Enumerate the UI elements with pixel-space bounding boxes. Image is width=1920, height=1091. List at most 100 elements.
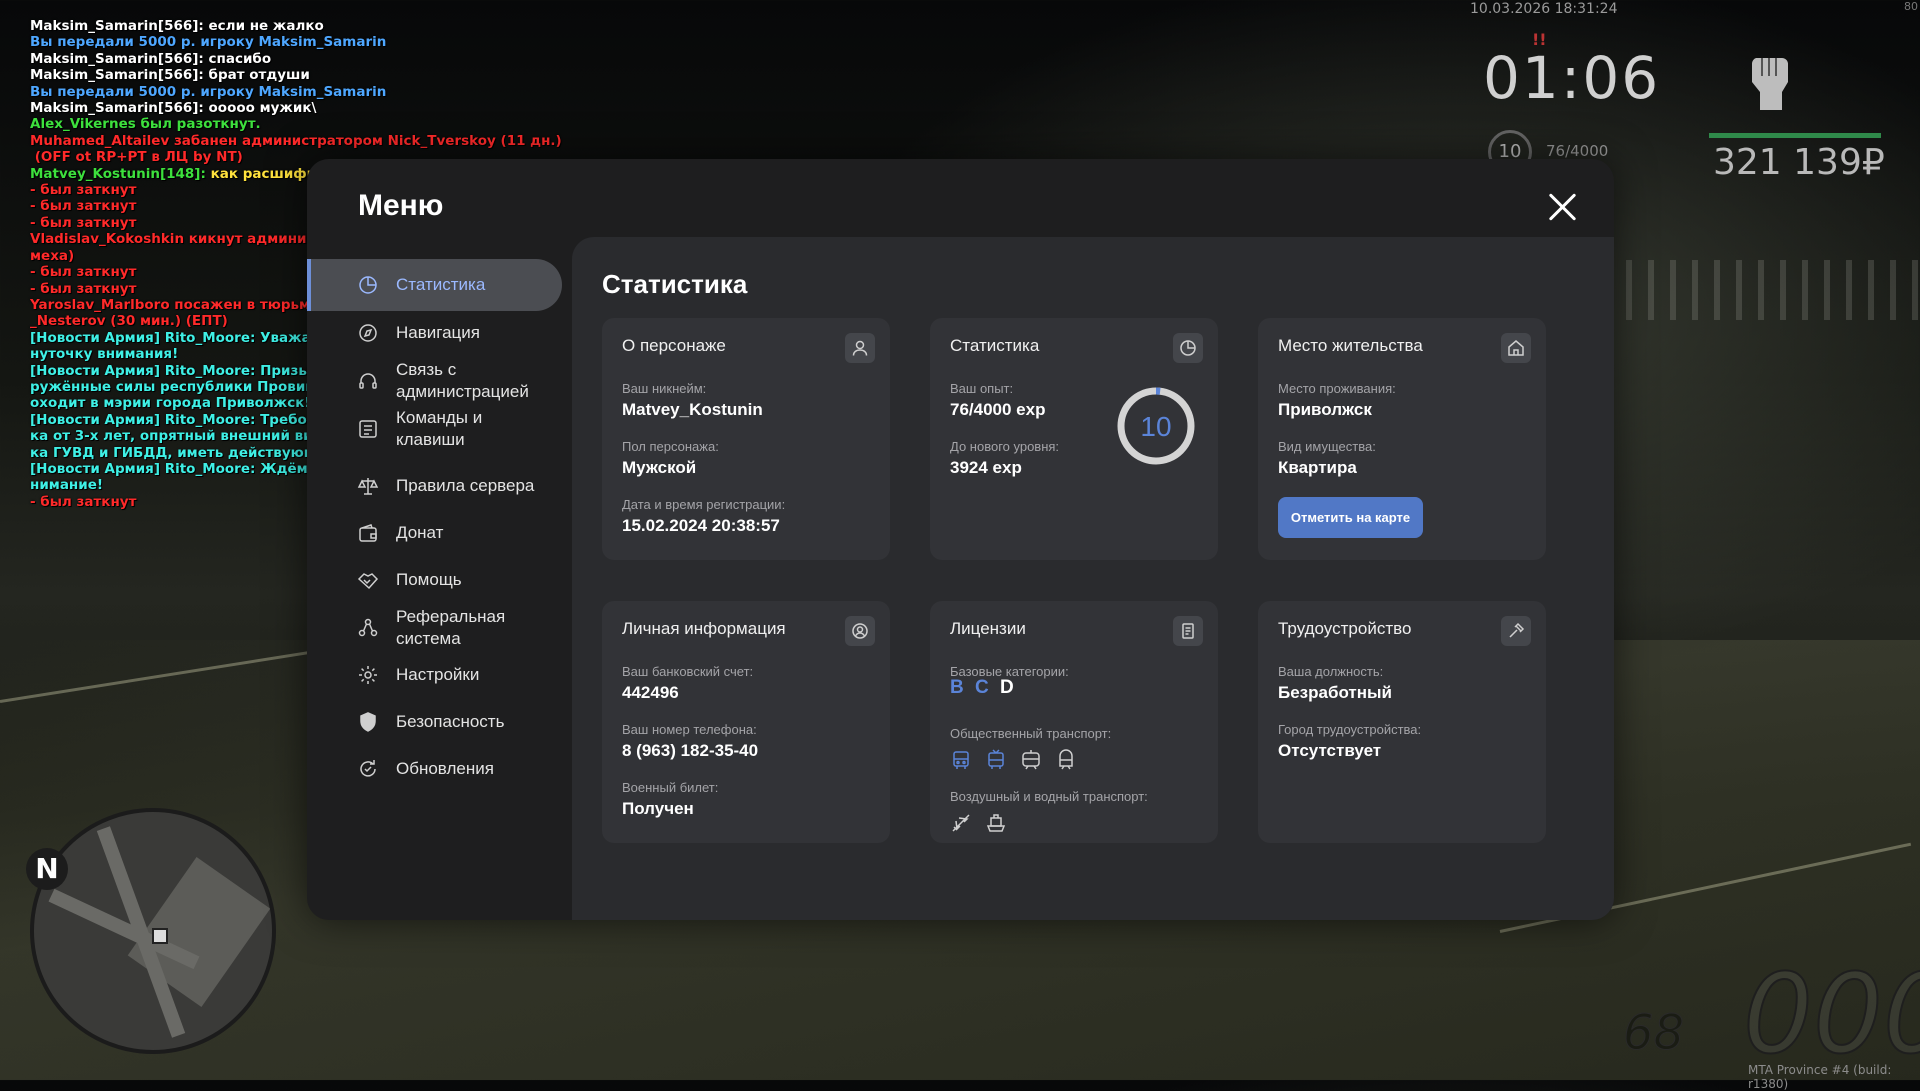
sidebar-item-9[interactable]: Настройки bbox=[307, 649, 562, 701]
document-icon bbox=[1173, 616, 1203, 646]
headset-icon bbox=[359, 373, 377, 389]
nickname-value: Matvey_Kostunin bbox=[622, 400, 763, 419]
plane-icon bbox=[952, 814, 970, 832]
chat-line: Вы передали 5000 р. игроку Maksim_Samari… bbox=[30, 83, 387, 100]
sidebar-item-10[interactable]: Безопасность bbox=[307, 696, 562, 748]
sidebar-item-5[interactable]: Правила сервера bbox=[307, 460, 562, 512]
registration-value: 15.02.2024 20:38:57 bbox=[622, 516, 780, 535]
keyboard-icon bbox=[359, 420, 377, 438]
gear-icon bbox=[359, 666, 377, 684]
nickname-label: Ваш никнейм: bbox=[622, 381, 707, 396]
sidebar-item-1[interactable]: Статистика bbox=[307, 259, 562, 311]
public-transport-label: Общественный транспорт: bbox=[950, 726, 1112, 741]
chat-segment: Matvey_Kostunin[148]: bbox=[30, 165, 211, 182]
page-title: Статистика bbox=[602, 269, 748, 299]
fist-icon bbox=[1751, 58, 1788, 110]
bus-icon bbox=[953, 751, 969, 769]
sidebar-item-label: Связь с администрацией bbox=[396, 360, 529, 401]
sidebar-item-label: Помощь bbox=[396, 570, 462, 589]
north-indicator: N bbox=[26, 848, 68, 890]
wallet-icon bbox=[359, 524, 377, 542]
pie-chart-icon bbox=[359, 276, 377, 294]
hud-datetime: 10.03.2026 18:31:24 bbox=[1470, 1, 1618, 17]
card-title: Лицензии bbox=[950, 619, 1026, 638]
residence-card: Место жительства Место проживания: Приво… bbox=[1258, 318, 1546, 560]
user-circle-icon bbox=[845, 616, 875, 646]
refresh-icon bbox=[360, 760, 376, 777]
next-level-label: До нового уровня: bbox=[950, 439, 1060, 454]
chat-line: Alex_Vikernes был разоткнут. bbox=[30, 116, 261, 133]
level-ring: 10 bbox=[1117, 387, 1195, 465]
licenses-card: Лицензии Базовые категории: B C D Общест… bbox=[930, 601, 1218, 843]
build-info: MTA Province #4 (build: r1380) bbox=[1748, 1063, 1892, 1091]
sidebar-item-label: Правила сервера bbox=[396, 476, 535, 495]
compass-icon bbox=[359, 324, 377, 342]
sidebar-item-11[interactable]: Обновления bbox=[307, 743, 562, 795]
card-title: Место жительства bbox=[1278, 336, 1423, 355]
home-icon bbox=[1501, 333, 1531, 363]
property-type-label: Вид имущества: bbox=[1278, 439, 1376, 454]
sidebar-item-label: Команды и клавиши bbox=[396, 408, 483, 449]
license-category-b: B bbox=[950, 677, 964, 698]
chat-line: Muhamed_Altailev забанен администратором… bbox=[30, 132, 562, 149]
chat-line: Вы передали 5000 р. игроку Maksim_Samari… bbox=[30, 34, 387, 51]
sidebar-item-label: Обновления bbox=[396, 759, 494, 778]
residence-value: Приволжск bbox=[1278, 400, 1372, 419]
license-category-c: C bbox=[975, 677, 989, 698]
pie-chart-icon bbox=[1173, 333, 1203, 363]
phone-value: 8 (963) 182-35-40 bbox=[622, 741, 759, 760]
sidebar-item-label: Навигация bbox=[396, 323, 480, 342]
hud-exp: 76/4000 bbox=[1546, 142, 1609, 160]
sidebar-item-2[interactable]: Навигация bbox=[307, 307, 562, 359]
handshake-icon bbox=[357, 573, 379, 590]
close-icon[interactable] bbox=[1547, 191, 1579, 223]
referral-icon bbox=[358, 618, 378, 637]
residence-label: Место проживания: bbox=[1278, 381, 1396, 396]
registration-label: Дата и время регистрации: bbox=[622, 497, 786, 512]
air-water-transport-label: Воздушный и водный транспорт: bbox=[950, 789, 1148, 804]
health-bar bbox=[1709, 133, 1881, 138]
sidebar-item-7[interactable]: Помощь bbox=[307, 554, 562, 606]
user-icon bbox=[845, 333, 875, 363]
position-value: Безработный bbox=[1278, 683, 1392, 702]
speedometer: 000 bbox=[1742, 949, 1920, 1079]
scales-icon bbox=[357, 478, 379, 495]
fence-background bbox=[1560, 260, 1920, 320]
sidebar-item-label: Донат bbox=[396, 523, 444, 542]
work-city-value: Отсутствует bbox=[1278, 741, 1382, 760]
card-title: Личная информация bbox=[622, 619, 786, 638]
chat-line: Maksim_Samarin[566]: брат отдуши bbox=[30, 67, 310, 84]
gender-label: Пол персонажа: bbox=[622, 439, 719, 454]
boat-icon bbox=[986, 814, 1006, 832]
sidebar-item-6[interactable]: Донат bbox=[307, 507, 562, 559]
sidebar-item-label: Статистика bbox=[396, 275, 486, 294]
chat-line: Maksim_Samarin[566]: спасибо bbox=[30, 50, 272, 67]
hud-corner-value: 80 bbox=[1904, 0, 1918, 13]
military-label: Военный билет: bbox=[622, 780, 719, 795]
level-value: 10 bbox=[1140, 411, 1171, 442]
sidebar-item-8[interactable]: Реферальная система bbox=[307, 602, 562, 654]
mark-on-map-button[interactable]: Отметить на карте bbox=[1278, 497, 1423, 538]
train-icon bbox=[1059, 749, 1073, 770]
menu-window: Меню Статистика Навигация Связь с админист… bbox=[307, 159, 1614, 920]
statistics-card: Статистика Ваш опыт: 76/4000 exp До ново… bbox=[930, 318, 1218, 560]
military-value: Получен bbox=[622, 799, 694, 818]
license-category-d: D bbox=[1000, 677, 1014, 698]
bank-value: 442496 bbox=[622, 683, 679, 702]
employment-card: Трудоустройство Ваша должность: Безработ… bbox=[1258, 601, 1546, 843]
exp-label: Ваш опыт: bbox=[950, 381, 1014, 396]
stats-panel: Статистика О персонаже Ваш никнейм: Matv… bbox=[572, 237, 1614, 920]
sidebar-item-4[interactable]: Команды и клавиши bbox=[307, 403, 562, 455]
sidebar-item-label: Реферальная система bbox=[396, 607, 506, 648]
property-type-value: Квартира bbox=[1278, 458, 1357, 477]
fuel-readout: 68 bbox=[1622, 1005, 1685, 1062]
sidebar-item-label: Настройки bbox=[396, 665, 480, 684]
card-title: О персонаже bbox=[622, 336, 726, 355]
card-title: Статистика bbox=[950, 336, 1040, 355]
exp-value: 76/4000 exp bbox=[950, 400, 1046, 419]
trolleybus-icon bbox=[988, 749, 1004, 769]
sidebar-item-3[interactable]: Связь с администрацией bbox=[307, 355, 562, 407]
tram-icon bbox=[1022, 750, 1040, 770]
personal-info-card: Личная информация Ваш банковский счет: 4… bbox=[602, 601, 890, 843]
character-card: О персонаже Ваш никнейм: Matvey_Kostunin… bbox=[602, 318, 890, 560]
